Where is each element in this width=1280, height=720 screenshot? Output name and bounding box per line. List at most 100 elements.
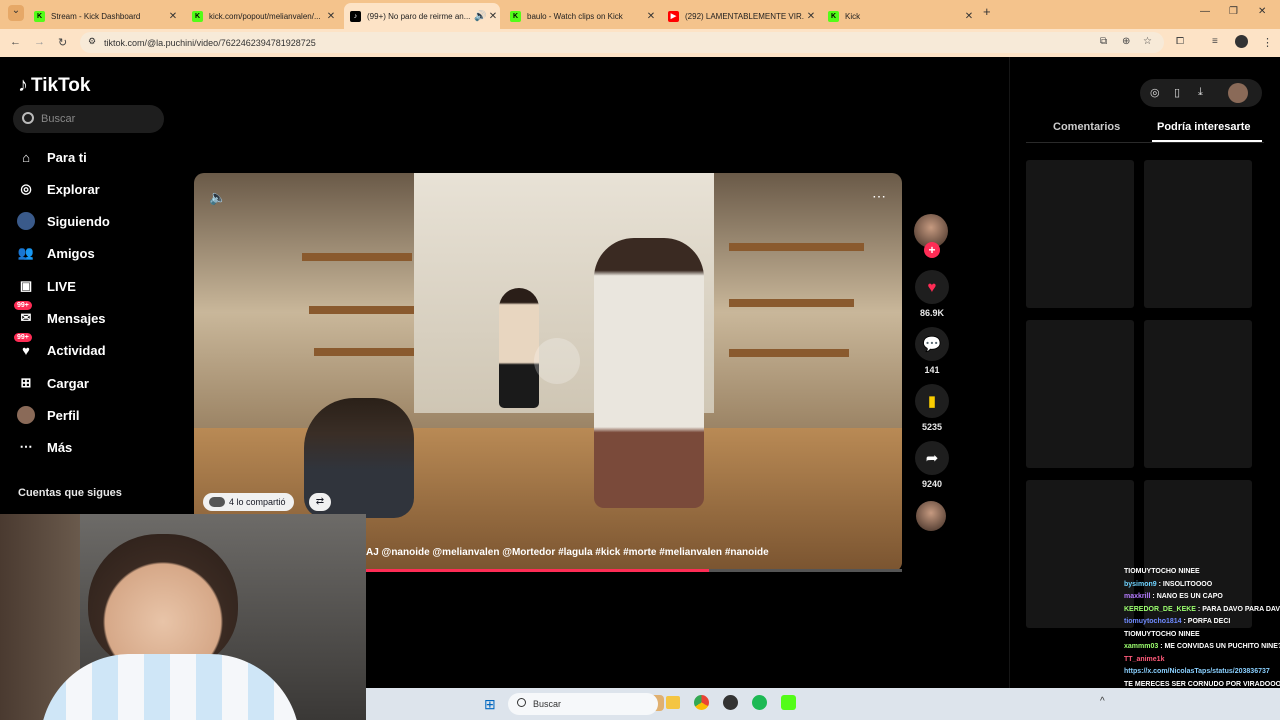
url-bar[interactable]: ⚙ tiktok.com/@la.puchini/video/762246239… <box>80 32 1164 53</box>
bookmark-star-icon[interactable]: ☆ <box>1143 36 1152 47</box>
tab-title: (292) LAMENTABLEMENTE VIR... <box>685 11 804 21</box>
tab-title: Kick <box>845 11 861 21</box>
sidebar-item-label: Explorar <box>47 181 100 197</box>
new-tab-button[interactable]: + <box>983 4 991 19</box>
sidebar-item-explorar[interactable]: ◎ Explorar <box>17 178 100 200</box>
sidebar-item-label: Siguiendo <box>47 213 110 229</box>
repost-icon[interactable]: ⇄ <box>309 493 331 511</box>
suggested-video-thumb[interactable] <box>1144 160 1252 308</box>
tab-search-icon[interactable]: ⌄ <box>8 5 24 21</box>
like-count: 86.9K <box>919 308 945 318</box>
tab-kick-popout[interactable]: K kick.com/popout/melianvalen/... ✕ <box>186 3 338 29</box>
restore-icon[interactable]: ❐ <box>1229 6 1238 17</box>
suggested-video-thumb[interactable] <box>1026 480 1134 628</box>
close-window-icon[interactable]: ✕ <box>1258 6 1266 17</box>
tab-youtube[interactable]: ▶ (292) LAMENTABLEMENTE VIR... ✕ <box>662 3 818 29</box>
tiktok-logo[interactable]: ♪ TikTok <box>18 74 90 97</box>
close-tab-icon[interactable]: ✕ <box>804 11 818 22</box>
minimize-icon[interactable]: — <box>1200 6 1210 17</box>
back-icon[interactable]: ← <box>10 36 21 48</box>
sidebar-item-mas[interactable]: ⋯ Más <box>17 436 73 458</box>
video-frame-shelf <box>314 348 414 356</box>
sidebar-item-siguiendo[interactable]: Siguiendo <box>17 210 110 232</box>
sidebar-item-perfil[interactable]: Perfil <box>17 404 80 426</box>
chat-username: xammm03 <box>1124 643 1159 650</box>
search-icon <box>22 112 34 124</box>
zoom-icon[interactable]: ⊕ <box>1122 36 1130 47</box>
sidebar-item-label: LIVE <box>47 278 76 294</box>
following-avatar-icon <box>17 212 35 230</box>
sidebar-item-cargar[interactable]: ⊞ Cargar <box>17 372 89 394</box>
music-disc-avatar[interactable] <box>916 501 946 531</box>
chat-message: xammm03 : ME CONVIDAS UN PUCHITO NINE??? <box>1124 641 1280 654</box>
install-app-icon[interactable]: ⧉ <box>1100 36 1107 47</box>
volume-icon[interactable]: 🔈 <box>209 189 226 206</box>
messages-icon: ✉ 99+ <box>14 301 35 327</box>
media-control-icon[interactable]: ≡ <box>1212 36 1218 47</box>
play-icon[interactable] <box>534 338 580 384</box>
share-button[interactable]: ➦ 9240 <box>914 441 950 489</box>
obs-icon[interactable] <box>723 695 738 710</box>
site-info-icon[interactable]: ⚙ <box>88 36 96 47</box>
chat-username: TT_anime1k <box>1124 655 1165 663</box>
tab-tiktok-video[interactable]: ♪ (99+) No paro de reirme an... 🔊 ✕ <box>344 3 500 29</box>
youtube-icon: ▶ <box>668 10 679 22</box>
close-tab-icon[interactable]: ✕ <box>324 11 338 22</box>
tab-baulo-clips[interactable]: K baulo - Watch clips on Kick ✕ <box>504 3 658 29</box>
reload-icon[interactable]: ↻ <box>58 36 67 49</box>
tab-kick-dashboard[interactable]: K Stream - Kick Dashboard ✕ <box>28 3 180 29</box>
windows-start-icon[interactable]: ⊞ <box>484 696 496 713</box>
audio-icon[interactable]: 🔊 <box>474 11 486 22</box>
forward-icon[interactable]: → <box>34 36 45 48</box>
suggested-video-thumb[interactable] <box>1026 160 1134 308</box>
download-icon[interactable]: ⤓ <box>1198 86 1203 99</box>
tab-podria-interesarte[interactable]: Podría interesarte <box>1157 121 1251 133</box>
chat-message: KEREDOR_DE_KEKE : PARA DAVO PARA DAVO <box>1124 604 1280 617</box>
sidebar-item-live[interactable]: ▣ LIVE <box>17 275 76 297</box>
chat-message: TIOMUYTOCHO NINEE <box>1124 629 1280 642</box>
url-text: tiktok.com/@la.puchini/video/76224623947… <box>104 37 316 48</box>
share-arrow-icon: ➦ <box>915 441 949 475</box>
explore-icon[interactable]: ◎ <box>1150 86 1160 99</box>
suggested-video-thumb[interactable] <box>1026 320 1134 468</box>
chat-message: TIOMUYTOCHO NINEE <box>1124 566 1280 579</box>
profile-icon[interactable] <box>1235 35 1248 48</box>
user-avatar[interactable] <box>1228 83 1248 103</box>
device-icon[interactable]: ▯ <box>1174 86 1180 99</box>
tray-chevron-icon[interactable]: ^ <box>1100 696 1105 707</box>
tab-kick[interactable]: K Kick ✕ <box>822 3 976 29</box>
follow-plus-icon[interactable]: + <box>924 242 940 258</box>
notification-badge: 99+ <box>14 333 32 342</box>
spotify-icon[interactable] <box>752 695 767 710</box>
chrome-icon[interactable] <box>694 695 709 710</box>
sidebar-item-actividad[interactable]: ♥ 99+ Actividad <box>14 333 106 361</box>
menu-kebab-icon[interactable]: ⋮ <box>1262 36 1273 49</box>
share-count: 9240 <box>921 479 943 489</box>
chat-text: : NANO ES UN CAPO <box>1150 593 1223 600</box>
sidebar-item-amigos[interactable]: 👥 Amigos <box>17 242 95 264</box>
extensions-icon[interactable]: ⧠ <box>1176 36 1184 47</box>
more-options-icon[interactable]: ⋯ <box>872 188 887 205</box>
comment-button[interactable]: 💬 141 <box>914 327 950 375</box>
like-button[interactable]: ♥ 86.9K <box>914 270 950 318</box>
close-tab-icon[interactable]: ✕ <box>962 11 976 22</box>
video-player[interactable] <box>194 173 902 572</box>
video-frame-shelf <box>729 243 864 251</box>
bookmark-icon: ▮ <box>915 384 949 418</box>
compass-icon: ◎ <box>20 181 32 196</box>
close-tab-icon[interactable]: ✕ <box>644 11 658 22</box>
suggested-video-thumb[interactable] <box>1144 320 1252 468</box>
close-tab-icon[interactable]: ✕ <box>166 11 180 22</box>
video-progress-bar[interactable] <box>366 569 902 572</box>
search-input[interactable]: Buscar <box>13 105 164 133</box>
tab-divider <box>1026 142 1264 143</box>
save-button[interactable]: ▮ 5235 <box>914 384 950 432</box>
share-chip[interactable]: 4 lo compartió <box>203 493 294 511</box>
taskbar-search[interactable]: Buscar <box>508 693 658 715</box>
close-tab-icon[interactable]: ✕ <box>486 11 500 22</box>
sidebar-item-para-ti[interactable]: ⌂ Para ti <box>17 146 87 168</box>
tab-comentarios[interactable]: Comentarios <box>1053 121 1120 133</box>
sidebar-item-mensajes[interactable]: ✉ 99+ Mensajes <box>14 301 106 329</box>
kick-app-icon[interactable] <box>781 695 796 710</box>
file-explorer-icon[interactable] <box>666 696 680 709</box>
